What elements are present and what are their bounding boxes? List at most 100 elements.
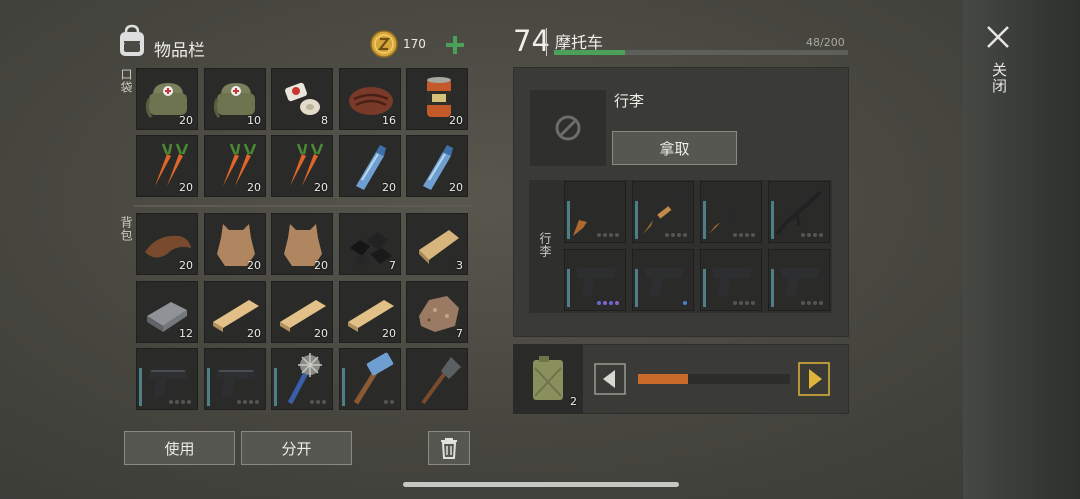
item-count: 20	[314, 259, 328, 272]
quality-dots	[733, 301, 755, 305]
inventory-slot-wood-plank[interactable]: 3	[406, 213, 468, 275]
item-count: 20	[449, 181, 463, 194]
inventory-slot-iron-ingot[interactable]: 12	[136, 281, 198, 343]
home-indicator	[403, 482, 679, 487]
inventory-slot-stone[interactable]: 7	[406, 281, 468, 343]
inventory-slot-bandage[interactable]: 8	[271, 68, 333, 130]
inventory-slot-animal-hide[interactable]: 20	[271, 213, 333, 275]
storage-slot-rifle[interactable]	[564, 181, 626, 243]
inventory-slot-animal-hide[interactable]: 20	[204, 213, 266, 275]
capacity-bar	[554, 50, 848, 55]
item-count: 20	[179, 114, 193, 127]
quality-dots	[665, 233, 687, 237]
inventory-slot-wood-board[interactable]: 20	[271, 281, 333, 343]
storage-slot-assault-rifle[interactable]	[768, 181, 830, 243]
item-count: 7	[389, 259, 396, 272]
inventory-slot-sledgehammer[interactable]	[339, 348, 401, 410]
section-divider	[134, 205, 471, 207]
fuel-fill	[638, 374, 689, 384]
item-count: 20	[247, 327, 261, 340]
arrow-right-button[interactable]	[798, 362, 830, 396]
vehicle-capacity: 48/200	[806, 36, 845, 49]
quality-dots	[801, 301, 823, 305]
item-count: 20	[449, 114, 463, 127]
item-count: 10	[247, 114, 261, 127]
fuel-bar	[638, 374, 790, 384]
item-count: 3	[456, 259, 463, 272]
inventory-slot-medkit-bag[interactable]: 20	[136, 68, 198, 130]
inventory-slot-water-bottle[interactable]: 20	[406, 135, 468, 197]
close-icon	[987, 26, 1009, 48]
inventory-title: 物品栏	[154, 41, 205, 61]
quality-dots	[683, 301, 687, 305]
quality-dots	[237, 400, 259, 404]
inventory-slot-steak[interactable]: 16	[339, 68, 401, 130]
quality-dots	[597, 301, 619, 305]
inventory-slot-wood-board[interactable]: 20	[339, 281, 401, 343]
inventory-slot-carrot[interactable]: 20	[136, 135, 198, 197]
item-count: 20	[382, 327, 396, 340]
item-count: 20	[179, 181, 193, 194]
add-coins-button[interactable]	[444, 34, 466, 56]
inventory-slot-carrot[interactable]: 20	[271, 135, 333, 197]
luggage-title: 行李	[614, 92, 645, 110]
quality-dots	[801, 233, 823, 237]
inventory-slot-leather[interactable]: 20	[136, 213, 198, 275]
item-count: 20	[382, 181, 396, 194]
vehicle-level: 74	[513, 24, 550, 58]
coin-count: 170	[403, 37, 426, 51]
fuel-slot[interactable]: 2	[513, 344, 583, 414]
side-panel	[963, 0, 1080, 499]
storage-slot-pistol[interactable]	[700, 249, 762, 311]
inventory-slot-shovel[interactable]	[406, 348, 468, 410]
split-button[interactable]: 分开	[241, 431, 352, 465]
inventory-slot-pistol[interactable]	[204, 348, 266, 410]
empty-slot	[530, 90, 606, 166]
arrow-left-button[interactable]	[594, 363, 626, 395]
arrow-right-icon	[798, 362, 830, 396]
item-count: 20	[247, 181, 261, 194]
storage-slot-pistol[interactable]	[632, 249, 694, 311]
quality-dots	[597, 233, 619, 237]
close-label[interactable]: 关闭	[989, 62, 1010, 94]
item-count: 7	[456, 327, 463, 340]
inventory-slot-medkit-bag[interactable]: 10	[204, 68, 266, 130]
quality-dots	[310, 400, 326, 404]
storage-slot-pistol[interactable]	[564, 249, 626, 311]
item-count: 12	[179, 327, 193, 340]
item-count: 20	[247, 259, 261, 272]
item-count: 20	[314, 181, 328, 194]
close-button[interactable]	[985, 24, 1011, 50]
inventory-slot-water-bottle[interactable]: 20	[339, 135, 401, 197]
capacity-fill	[554, 50, 625, 55]
shovel-icon	[421, 357, 461, 405]
inventory-slot-spiked-mace[interactable]	[271, 348, 333, 410]
inventory-slot-carrot[interactable]: 20	[204, 135, 266, 197]
use-button[interactable]: 使用	[124, 431, 235, 465]
inventory-slot-canned-food[interactable]: 20	[406, 68, 468, 130]
item-count: 16	[382, 114, 396, 127]
storage-slot-pistol[interactable]	[768, 249, 830, 311]
item-count: 20	[179, 259, 193, 272]
coin-icon	[370, 30, 398, 58]
storage-slot-assault-rifle[interactable]	[700, 181, 762, 243]
quality-dots	[733, 233, 755, 237]
inventory-slot-pistol[interactable]	[136, 348, 198, 410]
trash-button[interactable]	[428, 431, 470, 465]
item-count: 20	[314, 327, 328, 340]
inventory-slot-coal[interactable]: 7	[339, 213, 401, 275]
item-count: 8	[321, 114, 328, 127]
arrow-left-icon	[594, 363, 626, 395]
storage-slot-shotgun[interactable]	[632, 181, 694, 243]
trash-icon	[441, 438, 457, 459]
no-item-icon	[555, 115, 581, 141]
fuel-count: 2	[570, 395, 577, 408]
quality-dots	[169, 400, 191, 404]
quality-dots	[384, 400, 394, 404]
grid-label: 行李	[538, 232, 552, 258]
take-button[interactable]: 拿取	[612, 131, 737, 165]
pockets-label: 口袋	[119, 68, 133, 94]
level-divider	[546, 28, 547, 56]
backpack-label: 背包	[119, 216, 133, 242]
inventory-slot-wood-board[interactable]: 20	[204, 281, 266, 343]
